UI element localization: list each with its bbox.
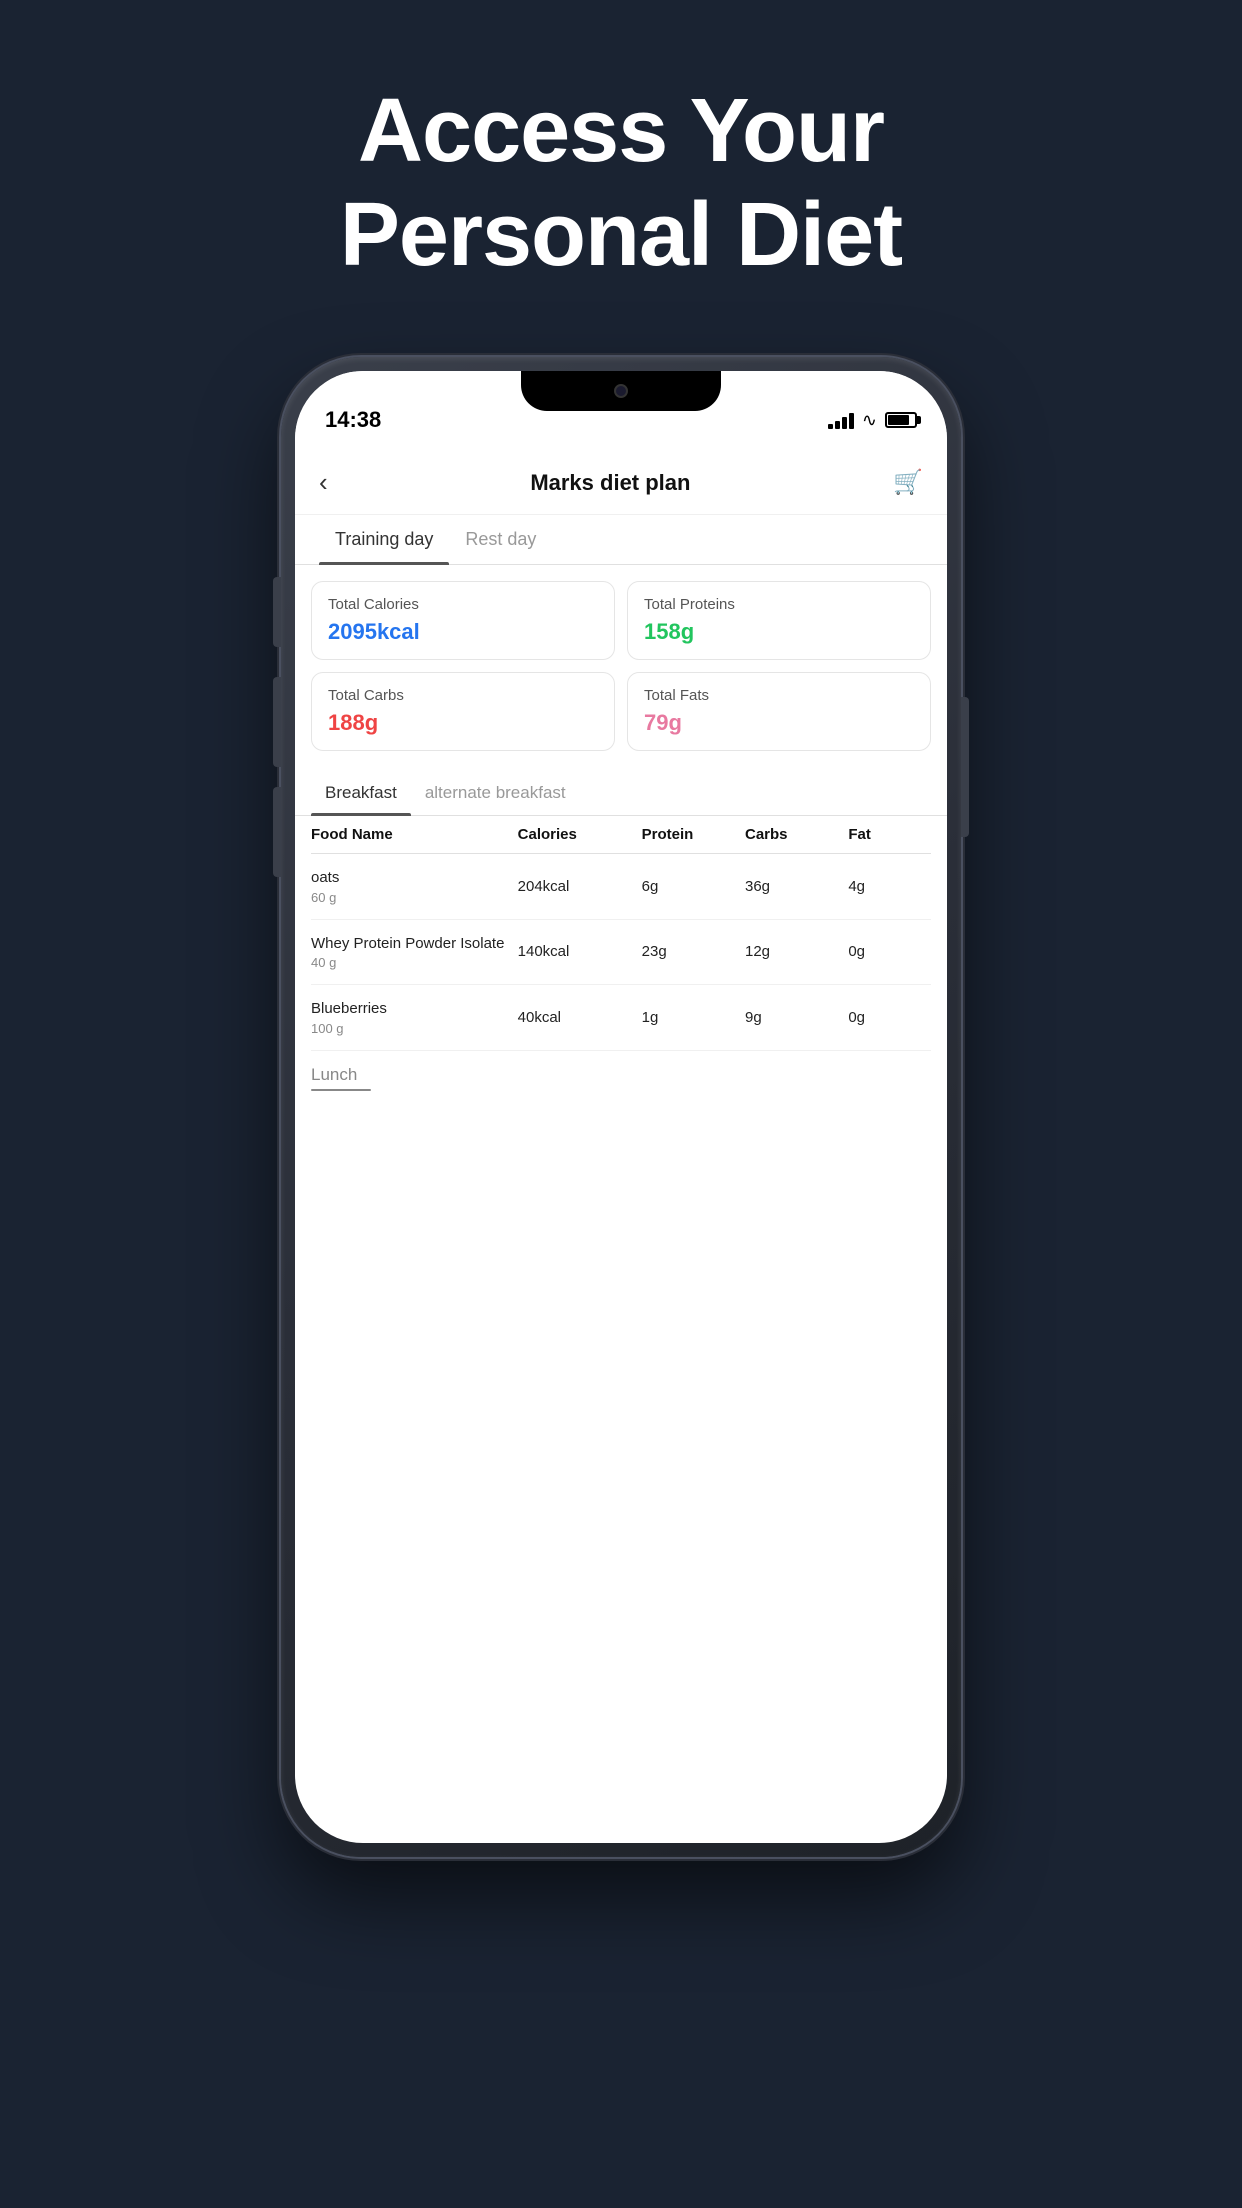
status-bar: 14:38 ∿ (295, 371, 947, 451)
blueberries-protein: 1g (642, 1009, 745, 1026)
col-carbs: Carbs (745, 826, 848, 843)
signal-bar-1 (828, 424, 833, 429)
tab-rest-day[interactable]: Rest day (449, 515, 552, 564)
stat-calories: Total Calories 2095kcal (311, 581, 615, 660)
app-content: ‹ Marks diet plan 🛒 Training day Rest da… (295, 451, 947, 1115)
side-button-vol-up (273, 677, 281, 767)
blueberries-fat: 0g (848, 1009, 931, 1026)
blueberries-calories: 40kcal (518, 1009, 642, 1026)
oats-fat: 4g (848, 878, 931, 895)
food-row-whey: Whey Protein Powder Isolate 40 g 140kcal… (311, 920, 931, 986)
page-headline: Access Your Personal Diet (0, 0, 1242, 347)
stats-grid: Total Calories 2095kcal Total Proteins 1… (295, 565, 947, 767)
side-button-mute (273, 577, 281, 647)
tab-breakfast[interactable]: Breakfast (311, 771, 411, 815)
lunch-section-title: Lunch (311, 1065, 931, 1085)
oats-calories: 204kcal (518, 878, 642, 895)
stat-fats-label: Total Fats (644, 687, 914, 704)
oats-carbs: 36g (745, 878, 848, 895)
notch (521, 371, 721, 411)
table-header: Food Name Calories Protein Carbs Fat (311, 816, 931, 854)
signal-bar-4 (849, 413, 854, 429)
food-name-blueberries: Blueberries 100 g (311, 999, 518, 1036)
food-name-whey: Whey Protein Powder Isolate 40 g (311, 934, 518, 971)
whey-calories: 140kcal (518, 943, 642, 960)
phone-mockup: 14:38 ∿ (281, 357, 961, 1857)
side-button-power (961, 697, 969, 837)
headline-line1: Access Your (100, 80, 1142, 184)
app-header: ‹ Marks diet plan 🛒 (295, 451, 947, 515)
oats-protein: 6g (642, 878, 745, 895)
col-food-name: Food Name (311, 826, 518, 843)
header-title: Marks diet plan (530, 470, 690, 496)
status-icons: ∿ (828, 410, 917, 431)
camera-dot (614, 384, 628, 398)
main-tabs: Training day Rest day (295, 515, 947, 565)
tab-alt-breakfast[interactable]: alternate breakfast (411, 771, 580, 815)
food-table: Food Name Calories Protein Carbs Fat oat… (295, 816, 947, 1051)
stat-proteins-label: Total Proteins (644, 596, 914, 613)
signal-icon (828, 411, 854, 429)
stat-carbs: Total Carbs 188g (311, 672, 615, 751)
col-fat: Fat (848, 826, 931, 843)
headline-line2: Personal Diet (100, 184, 1142, 288)
food-name-oats: oats 60 g (311, 868, 518, 905)
col-protein: Protein (642, 826, 745, 843)
status-time: 14:38 (325, 407, 381, 433)
whey-carbs: 12g (745, 943, 848, 960)
wifi-icon: ∿ (862, 410, 877, 431)
signal-bar-2 (835, 421, 840, 429)
phone-screen: 14:38 ∿ (295, 371, 947, 1843)
cart-icon[interactable]: 🛒 (893, 468, 923, 497)
side-button-vol-down (273, 787, 281, 877)
lunch-section-header: Lunch (295, 1051, 947, 1095)
back-button[interactable]: ‹ (319, 467, 328, 498)
blueberries-carbs: 9g (745, 1009, 848, 1026)
stat-fats-value: 79g (644, 710, 914, 736)
food-row-blueberries: Blueberries 100 g 40kcal 1g 9g 0g (311, 985, 931, 1051)
battery-icon (885, 412, 917, 428)
meal-tabs: Breakfast alternate breakfast (295, 771, 947, 816)
stat-carbs-value: 188g (328, 710, 598, 736)
stat-proteins: Total Proteins 158g (627, 581, 931, 660)
whey-fat: 0g (848, 943, 931, 960)
col-calories: Calories (518, 826, 642, 843)
food-row-oats: oats 60 g 204kcal 6g 36g 4g (311, 854, 931, 920)
stat-calories-label: Total Calories (328, 596, 598, 613)
stat-carbs-label: Total Carbs (328, 687, 598, 704)
stat-fats: Total Fats 79g (627, 672, 931, 751)
battery-fill (888, 415, 909, 425)
signal-bar-3 (842, 417, 847, 429)
lunch-section-underline (311, 1089, 371, 1091)
stat-proteins-value: 158g (644, 619, 914, 645)
stat-calories-value: 2095kcal (328, 619, 598, 645)
tab-training-day[interactable]: Training day (319, 515, 449, 564)
whey-protein: 23g (642, 943, 745, 960)
